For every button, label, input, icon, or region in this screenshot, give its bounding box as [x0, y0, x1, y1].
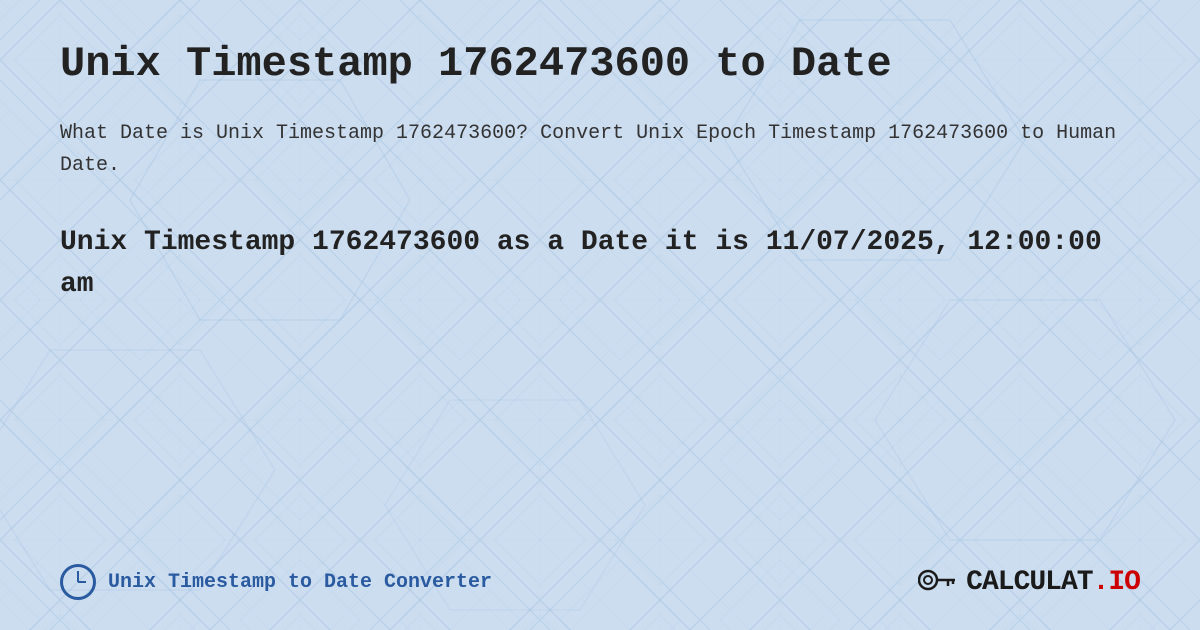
key-icon — [918, 565, 956, 600]
footer-converter-label: Unix Timestamp to Date Converter — [60, 564, 492, 600]
calculatio-logo: CALCULAT.IO — [918, 565, 1140, 600]
result-section: Unix Timestamp 1762473600 as a Date it i… — [60, 222, 1140, 306]
logo-calc: CALCULAT — [966, 567, 1092, 598]
logo-text: CALCULAT.IO — [966, 567, 1140, 598]
clock-hour-hand — [78, 581, 86, 583]
clock-icon — [60, 564, 96, 600]
logo-dot-io: .IO — [1093, 567, 1140, 598]
converter-label-text: Unix Timestamp to Date Converter — [108, 571, 492, 594]
result-text: Unix Timestamp 1762473600 as a Date it i… — [60, 222, 1140, 306]
footer: Unix Timestamp to Date Converter CALCULA… — [60, 564, 1140, 600]
page-description: What Date is Unix Timestamp 1762473600? … — [60, 118, 1140, 182]
page-title: Unix Timestamp 1762473600 to Date — [60, 40, 1140, 88]
